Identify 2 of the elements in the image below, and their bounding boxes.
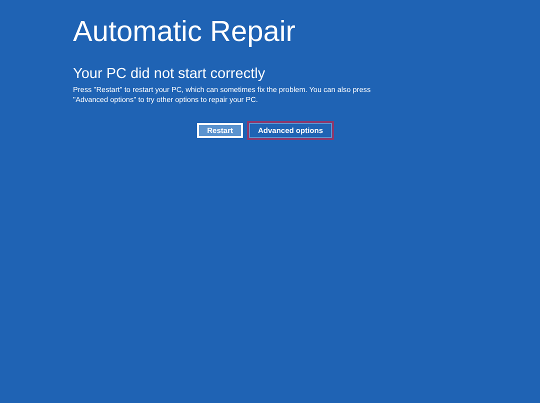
error-heading: Your PC did not start correctly: [73, 65, 266, 83]
page-title: Automatic Repair: [73, 15, 296, 50]
